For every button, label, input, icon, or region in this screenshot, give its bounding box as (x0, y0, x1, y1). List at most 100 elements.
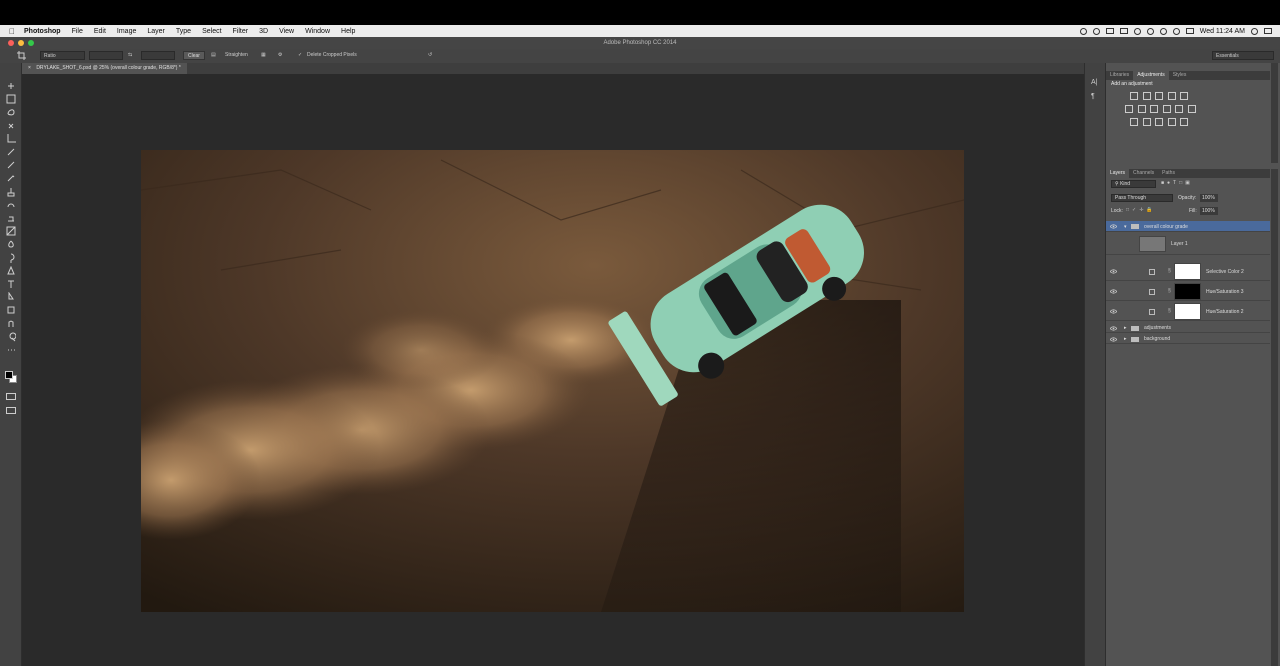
volume-icon[interactable] (1172, 27, 1180, 35)
eyedropper-tool-icon[interactable] (6, 147, 16, 157)
menu-edit[interactable]: Edit (94, 28, 106, 35)
lasso-tool-icon[interactable] (6, 107, 16, 117)
document-image[interactable] (141, 150, 964, 612)
eye-visibility-icon[interactable] (1110, 309, 1117, 314)
tab-adjustments[interactable]: Adjustments (1133, 71, 1169, 80)
selective-color-icon[interactable] (1180, 118, 1188, 126)
menu-filter[interactable]: Filter (233, 28, 249, 35)
history-brush-tool-icon[interactable] (6, 200, 16, 210)
brush-tool-icon[interactable] (6, 173, 16, 183)
black-white-icon[interactable] (1150, 105, 1158, 113)
eye-visibility-icon[interactable] (1110, 289, 1117, 294)
chevron-down-icon[interactable]: ▾ (1124, 224, 1127, 230)
layer-row[interactable]: ▸ background (1106, 334, 1270, 344)
close-tab-icon[interactable]: × (28, 65, 31, 71)
delete-cropped-label[interactable]: Delete Cropped Pixels (307, 51, 357, 60)
bluetooth-icon[interactable] (1146, 27, 1154, 35)
record-icon[interactable] (1079, 27, 1087, 35)
vibrance-icon[interactable] (1180, 92, 1188, 100)
eye-visibility-icon[interactable] (1110, 269, 1117, 274)
close-window-button[interactable] (8, 40, 14, 46)
swap-icon[interactable]: ⇆ (128, 51, 136, 60)
tab-paths[interactable]: Paths (1158, 169, 1179, 178)
color-lookup-icon[interactable] (1187, 105, 1196, 113)
gear-icon[interactable]: ⚙ (278, 51, 287, 60)
menubar-clock[interactable]: Wed 11:24 AM (1200, 28, 1245, 35)
quick-mask-icon[interactable] (6, 393, 16, 400)
menu-3d[interactable]: 3D (259, 28, 268, 35)
straighten-label[interactable]: Straighten (225, 51, 248, 60)
time-machine-icon[interactable] (1133, 27, 1141, 35)
layer-kind-filter[interactable]: ⚲ Kind (1111, 180, 1156, 188)
layer-row[interactable]: § Hue/Saturation 3 (1106, 282, 1270, 301)
zoom-window-button[interactable] (28, 40, 34, 46)
chevron-right-icon[interactable]: ▸ (1124, 325, 1127, 331)
reset-icon[interactable]: ↺ (428, 51, 432, 60)
fill-field[interactable]: 100% (1200, 207, 1218, 215)
tab-libraries[interactable]: Libraries (1106, 71, 1133, 80)
channel-mixer-icon[interactable] (1175, 105, 1183, 113)
gradient-map-icon[interactable] (1167, 118, 1176, 126)
hue-saturation-icon[interactable] (1125, 105, 1133, 113)
layers-scrollbar[interactable] (1271, 169, 1278, 666)
menu-view[interactable]: View (279, 28, 294, 35)
tab-styles[interactable]: Styles (1169, 71, 1191, 80)
canvas-area[interactable] (22, 74, 1084, 666)
brightness-contrast-icon[interactable] (1130, 92, 1138, 100)
display-icon[interactable] (1119, 28, 1128, 34)
paragraph-panel-icon[interactable]: ¶ (1091, 93, 1095, 100)
adjustments-scrollbar[interactable] (1271, 63, 1278, 163)
document-tab[interactable]: × DRYLAKE_SHOT_6.psd @ 25% (overall colo… (22, 63, 187, 74)
tab-channels[interactable]: Channels (1129, 169, 1158, 178)
levels-icon[interactable] (1142, 92, 1151, 100)
quick-select-tool-icon[interactable] (6, 121, 16, 131)
screen-mode-icon[interactable] (6, 407, 16, 414)
curves-icon[interactable] (1155, 92, 1163, 100)
invert-icon[interactable] (1130, 118, 1138, 126)
height-field[interactable] (141, 51, 175, 60)
menu-image[interactable]: Image (117, 28, 136, 35)
eye-visibility-icon[interactable] (1110, 224, 1117, 229)
gradient-tool-icon[interactable] (6, 226, 16, 236)
wifi-icon[interactable] (1159, 27, 1167, 35)
chevron-right-icon[interactable]: ▸ (1124, 336, 1127, 342)
layer-mask-thumbnail[interactable] (1174, 263, 1201, 280)
delete-cropped-checkbox[interactable]: ✓ (298, 51, 302, 60)
menu-app-name[interactable]: Photoshop (24, 28, 61, 35)
ratio-select[interactable]: Ratio (40, 51, 85, 60)
menu-type[interactable]: Type (176, 28, 191, 35)
spotlight-icon[interactable] (1251, 27, 1258, 35)
layer-filter-icons[interactable]: ■●T□▣ (1161, 180, 1193, 186)
overlay-grid-icon[interactable]: ▦ (261, 51, 270, 60)
layer-row[interactable]: § Selective Color 2 (1106, 262, 1270, 281)
apple-icon[interactable]:  (9, 27, 15, 36)
hand-tool-icon[interactable] (6, 319, 16, 329)
menu-layer[interactable]: Layer (147, 28, 165, 35)
layer-row[interactable]: ▾ overall colour grade (1106, 221, 1270, 232)
link-chain-icon[interactable]: § (1168, 308, 1171, 314)
eye-visibility-icon[interactable] (1110, 325, 1117, 331)
dodge-tool-icon[interactable] (6, 253, 16, 263)
clone-stamp-tool-icon[interactable] (6, 187, 16, 197)
menu-select[interactable]: Select (202, 28, 221, 35)
path-select-tool-icon[interactable] (6, 292, 16, 302)
blur-tool-icon[interactable] (6, 239, 16, 249)
more-tools-icon[interactable] (6, 345, 16, 355)
dropbox-icon[interactable] (1105, 28, 1114, 34)
zoom-tool-icon[interactable] (6, 332, 16, 342)
clear-button[interactable]: Clear (183, 51, 205, 60)
lock-icons[interactable]: □✓✛🔒 (1126, 207, 1156, 213)
layer-row[interactable]: Layer 1 (1106, 233, 1270, 255)
eraser-tool-icon[interactable] (6, 213, 16, 223)
shape-tool-icon[interactable] (6, 305, 16, 315)
blend-mode-select[interactable]: Pass Through (1111, 194, 1173, 202)
battery-icon[interactable] (1185, 28, 1194, 34)
layer-mask-thumbnail[interactable] (1174, 303, 1201, 320)
crop-tool-preset-icon[interactable] (17, 51, 29, 60)
character-panel-icon[interactable]: A| (1091, 79, 1098, 86)
crop-tool-icon[interactable] (6, 133, 16, 144)
move-tool-icon[interactable] (6, 81, 16, 91)
link-chain-icon[interactable]: § (1168, 288, 1171, 294)
width-field[interactable] (89, 51, 123, 60)
minimize-window-button[interactable] (18, 40, 24, 46)
